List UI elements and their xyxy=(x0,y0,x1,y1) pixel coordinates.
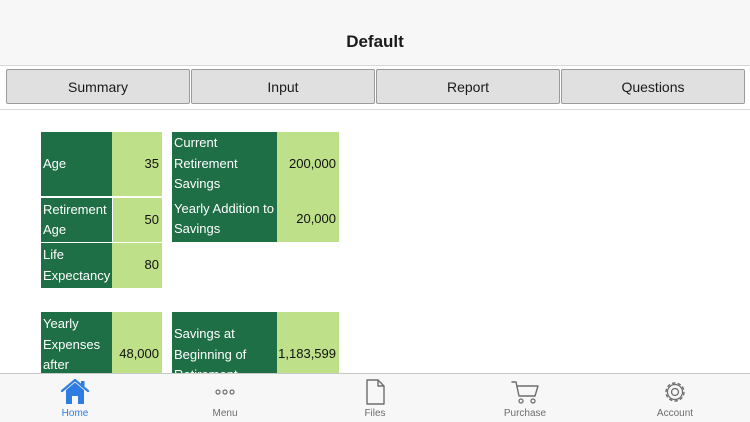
bottom-tab-bar: Home Menu Files Purchase Account xyxy=(0,373,750,422)
tabbar-menu-label: Menu xyxy=(212,408,238,419)
tab-questions[interactable]: Questions xyxy=(561,69,745,104)
tabbar-account[interactable]: Account xyxy=(600,374,750,422)
tab-input[interactable]: Input xyxy=(191,69,375,104)
life-expectancy-value[interactable]: 80 xyxy=(112,243,162,288)
current-savings-value[interactable]: 200,000 xyxy=(277,132,339,196)
yearly-addition-value[interactable]: 20,000 xyxy=(277,196,339,242)
tabbar-account-label: Account xyxy=(656,408,694,419)
tabbar-home[interactable]: Home xyxy=(0,374,150,422)
gear-icon xyxy=(665,382,685,402)
segmented-tabs: Summary Input Report Questions xyxy=(0,66,750,110)
file-icon xyxy=(366,379,385,405)
tabbar-files[interactable]: Files xyxy=(300,374,450,422)
tabbar-files-label: Files xyxy=(364,408,386,419)
more-icon xyxy=(215,389,235,395)
tabbar-menu[interactable]: Menu xyxy=(150,374,300,422)
cart-icon xyxy=(511,381,539,404)
retirement-age-value[interactable]: 50 xyxy=(112,197,162,242)
tab-report[interactable]: Report xyxy=(376,69,560,104)
savings-at-retirement-label: Savings at Beginning of Retirement xyxy=(172,312,277,373)
retirement-age-label: Retirement Age xyxy=(41,197,112,242)
summary-content: Age 35 Retirement Age 50 Life Expectancy… xyxy=(0,110,750,373)
home-icon xyxy=(60,378,90,404)
tabbar-purchase-label: Purchase xyxy=(503,408,547,419)
current-savings-label: Current Retirement Savings xyxy=(172,132,277,196)
yearly-addition-label: Yearly Addition to Savings xyxy=(172,196,277,242)
yearly-expenses-value[interactable]: 48,000 xyxy=(112,312,162,373)
age-value[interactable]: 35 xyxy=(112,132,162,196)
navigation-bar: Default xyxy=(0,0,750,66)
tab-summary[interactable]: Summary xyxy=(6,69,190,104)
age-label: Age xyxy=(41,132,112,196)
page-title: Default xyxy=(346,32,404,51)
life-expectancy-label: Life Expectancy xyxy=(41,243,112,288)
savings-at-retirement-value: 1,183,599 xyxy=(277,312,339,373)
tabbar-home-label: Home xyxy=(61,408,89,419)
app-screen: Default Summary Input Report Questions A… xyxy=(0,0,750,422)
yearly-expenses-label: Yearly Expenses after xyxy=(41,312,112,373)
tabbar-purchase[interactable]: Purchase xyxy=(450,374,600,422)
